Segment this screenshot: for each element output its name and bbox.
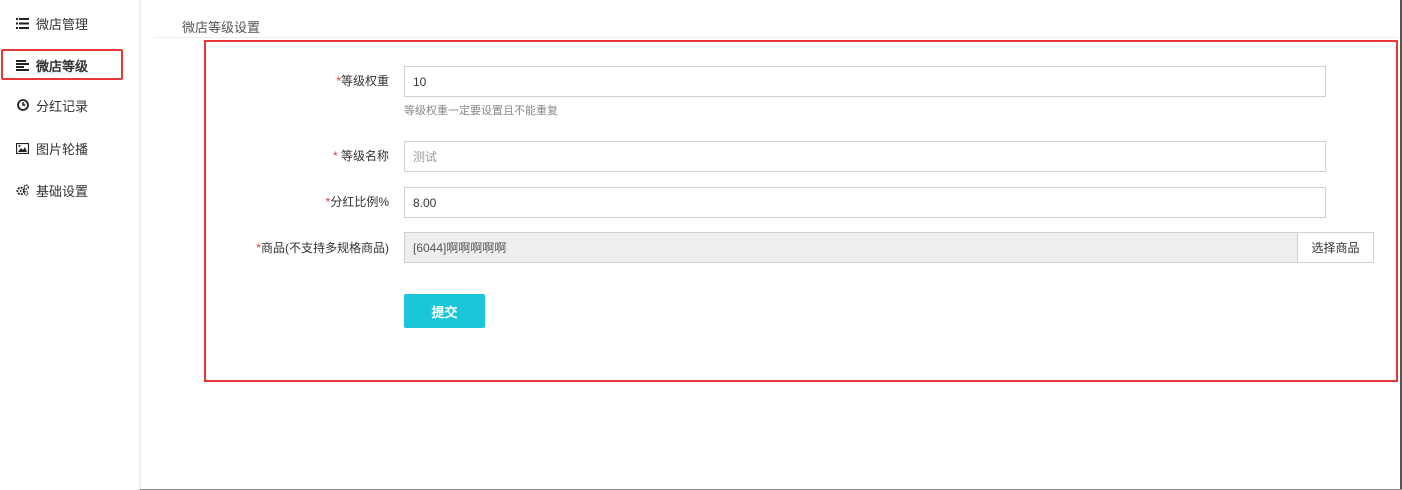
product-label: *商品(不支持多规格商品) [256,241,389,255]
required-mark: * [332,149,341,163]
page-title: 微店等级设置 [182,20,261,35]
page-header: 微店等级设置 [154,4,1398,38]
product-input: [6044]啊啊啊啊啊 [404,232,1298,263]
weight-help-text: 等级权重一定要设置且不能重复 [404,105,558,117]
weight-input[interactable]: 10 [404,66,1326,97]
sidebar-item-shop-manage[interactable]: 微店管理 [0,6,140,40]
image-icon [16,142,29,155]
sidebar-item-label: 分红记录 [36,98,89,114]
ratio-label: *分红比例% [325,195,389,209]
align-left-icon [16,59,29,72]
clock-icon [16,99,29,112]
list-icon [16,17,29,30]
level-settings-form: *等级权重 10 等级权重一定要设置且不能重复 * 等级名称 测试 *分红比例%… [204,40,1398,382]
submit-button[interactable]: 提交 [404,294,485,328]
gears-icon [16,184,29,197]
name-label: * 等级名称 [332,149,389,163]
sidebar-item-image-carousel[interactable]: 图片轮播 [0,131,140,165]
sidebar-item-label: 微店等级 [36,58,89,74]
sidebar-item-dividend-records[interactable]: 分红记录 [0,88,140,122]
main-content: 微店等级设置 *等级权重 10 等级权重一定要设置且不能重复 * 等级名称 测试… [140,0,1402,490]
sidebar-item-label: 图片轮播 [36,141,89,157]
sidebar-item-label: 微店管理 [36,16,89,32]
sidebar: 微店管理 微店等级 分红记录 图片轮播 基础设置 [0,0,140,490]
name-input[interactable]: 测试 [404,141,1326,172]
sidebar-item-basic-settings[interactable]: 基础设置 [0,173,140,207]
ratio-input[interactable]: 8.00 [404,187,1326,218]
sidebar-item-shop-level[interactable]: 微店等级 [0,48,140,82]
select-product-button[interactable]: 选择商品 [1297,232,1374,263]
sidebar-item-label: 基础设置 [36,183,89,199]
weight-label: *等级权重 [336,74,389,88]
